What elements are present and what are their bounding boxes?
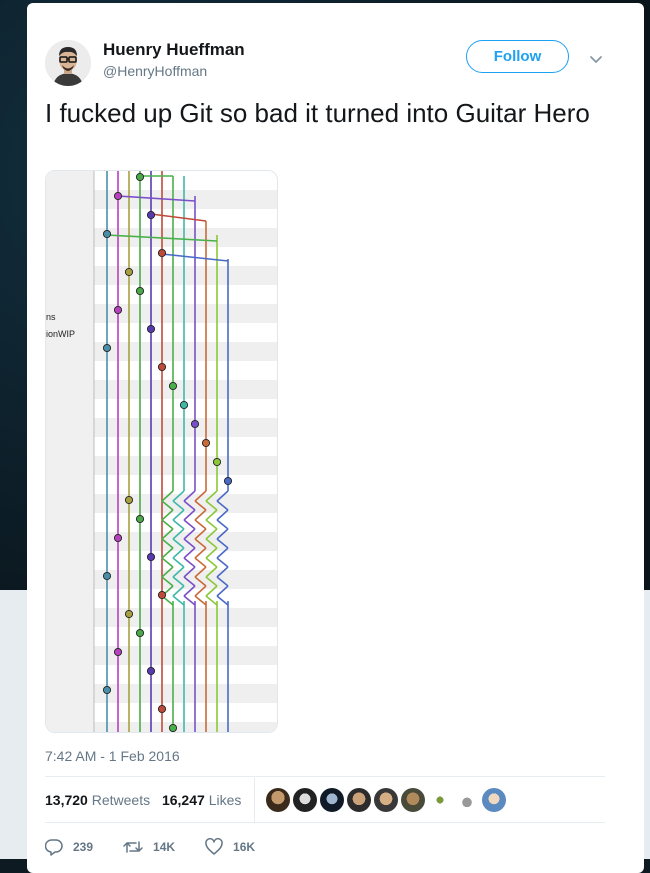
- heart-icon: [205, 838, 223, 855]
- tweet-text: I fucked up Git so bad it turned into Gu…: [45, 98, 590, 128]
- liker-avatar[interactable]: [401, 788, 425, 812]
- like-button[interactable]: 16K: [205, 838, 255, 856]
- follow-button[interactable]: Follow: [466, 40, 569, 73]
- retweet-icon: [123, 841, 143, 853]
- retweet-button[interactable]: 14K: [123, 838, 175, 856]
- liker-avatar[interactable]: [428, 788, 452, 812]
- caret-down-icon[interactable]: [588, 51, 604, 67]
- author-avatar[interactable]: [45, 40, 91, 86]
- like-count: 16K: [233, 840, 256, 854]
- liker-avatar[interactable]: [293, 788, 317, 812]
- tweet-image[interactable]: ns ionWIP: [45, 170, 278, 733]
- liker-avatar[interactable]: [482, 788, 506, 812]
- liker-avatar[interactable]: [347, 788, 371, 812]
- retweet-count: 14K: [153, 840, 176, 854]
- likes-label[interactable]: Likes: [209, 792, 242, 808]
- likes-count[interactable]: 16,247: [162, 792, 205, 808]
- tweet-timestamp[interactable]: 7:42 AM - 1 Feb 2016: [45, 748, 180, 764]
- tweet-actions: 239 14K 16K: [45, 838, 285, 856]
- tweet-stats: 13,720 Retweets 16,247 Likes: [45, 792, 241, 808]
- liker-avatar[interactable]: [455, 788, 479, 812]
- author-handle[interactable]: @HenryHoffman: [103, 63, 207, 79]
- divider-top: [45, 776, 605, 777]
- divider-bottom: [45, 822, 605, 823]
- git-graph-image: ns ionWIP: [46, 171, 277, 732]
- liker-avatar[interactable]: [266, 788, 290, 812]
- stats-divider: [254, 778, 255, 822]
- reply-count: 239: [73, 840, 94, 854]
- liker-avatars: [266, 788, 506, 812]
- retweets-count[interactable]: 13,720: [45, 792, 88, 808]
- author-name[interactable]: Huenry Hueffman: [103, 40, 245, 60]
- reply-icon: [45, 839, 63, 856]
- reply-button[interactable]: 239: [45, 838, 93, 856]
- liker-avatar[interactable]: [320, 788, 344, 812]
- image-sidebar-label-2: ionWIP: [46, 329, 75, 339]
- liker-avatar[interactable]: [374, 788, 398, 812]
- retweets-label[interactable]: Retweets: [92, 792, 150, 808]
- image-sidebar-label-1: ns: [46, 312, 56, 322]
